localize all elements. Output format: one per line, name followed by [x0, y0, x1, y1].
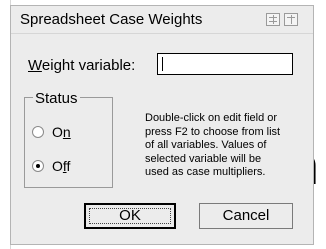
dialog-title: Spreadsheet Case Weights — [20, 11, 203, 28]
status-on-label: On — [52, 124, 71, 140]
weight-variable-label: Weight variable: — [28, 57, 136, 74]
help-text-line: selected variable will be — [145, 152, 262, 165]
status-off-option[interactable]: Off — [32, 157, 70, 175]
status-off-radio[interactable] — [32, 160, 44, 172]
window-menu-icon[interactable] — [266, 13, 280, 26]
help-text-line: of all variables. Values of — [145, 139, 267, 151]
status-on-radio[interactable] — [32, 126, 44, 138]
help-text-line: press F2 to choose from list — [145, 125, 281, 138]
help-text-line: used as case multipliers. — [145, 166, 266, 178]
focus-rectangle — [89, 208, 171, 224]
status-off-label: Off — [52, 158, 71, 174]
ok-button[interactable]: OK — [84, 203, 176, 229]
weight-variable-input[interactable] — [157, 53, 293, 75]
cancel-button[interactable]: Cancel — [199, 203, 293, 229]
dialog-titlebar[interactable]: Spreadsheet Case Weights — [11, 6, 313, 34]
help-text: Double-click on edit field or press F2 t… — [145, 112, 303, 180]
help-text-line: Double-click on edit field or — [145, 112, 278, 124]
status-group-label: Status — [33, 90, 80, 107]
text-caret — [162, 57, 163, 71]
status-on-option[interactable]: On — [32, 123, 71, 141]
maximize-icon[interactable] — [284, 13, 298, 26]
